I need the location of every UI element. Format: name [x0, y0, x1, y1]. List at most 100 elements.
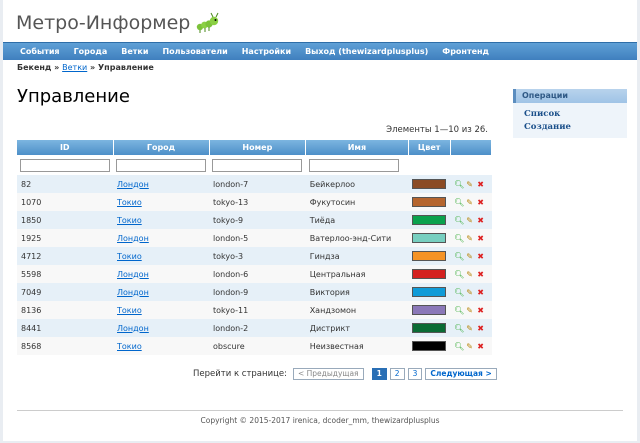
- city-link[interactable]: Лондон: [117, 324, 149, 333]
- cell-name: Виктория: [305, 283, 409, 301]
- cell-city: Токио: [113, 301, 209, 319]
- pencil-icon[interactable]: ✎: [465, 180, 474, 189]
- magnifier-icon[interactable]: 🔍︎: [454, 342, 464, 351]
- cell-actions: 🔍︎ ✎ ✖: [450, 301, 492, 319]
- delete-x-icon[interactable]: ✖: [476, 324, 485, 333]
- column-header-number[interactable]: Номер: [209, 140, 307, 155]
- magnifier-icon[interactable]: 🔍︎: [454, 216, 464, 225]
- operation-list-link[interactable]: Список: [513, 109, 627, 119]
- magnifier-icon[interactable]: 🔍︎: [454, 198, 464, 207]
- cell-actions: 🔍︎ ✎ ✖: [450, 319, 492, 337]
- cell-color: [408, 283, 451, 301]
- cell-color: [408, 319, 451, 337]
- pencil-icon[interactable]: ✎: [465, 252, 474, 261]
- pager-page-2[interactable]: 2: [389, 368, 405, 380]
- magnifier-icon[interactable]: 🔍︎: [454, 180, 464, 189]
- delete-x-icon[interactable]: ✖: [476, 234, 485, 243]
- filter-city-input[interactable]: [116, 158, 206, 172]
- cell-number: tokyo-3: [209, 247, 306, 265]
- delete-x-icon[interactable]: ✖: [476, 180, 485, 189]
- pencil-icon[interactable]: ✎: [465, 198, 474, 207]
- delete-x-icon[interactable]: ✖: [476, 342, 485, 351]
- table-row: 1070 Токио tokyo-13 Фукутосин 🔍︎ ✎ ✖: [17, 193, 492, 211]
- cell-name: Центральная: [305, 265, 409, 283]
- column-header-city[interactable]: Город: [113, 140, 210, 155]
- filter-number-input[interactable]: [212, 158, 302, 172]
- cell-actions: 🔍︎ ✎ ✖: [450, 283, 492, 301]
- cell-color: [408, 229, 451, 247]
- pager-page-1[interactable]: 1: [371, 368, 387, 380]
- magnifier-icon[interactable]: 🔍︎: [454, 288, 464, 297]
- table-row: 4712 Токио tokyo-3 Гиндза 🔍︎ ✎ ✖: [17, 247, 492, 265]
- city-link[interactable]: Лондон: [117, 270, 149, 279]
- cell-city: Лондон: [113, 175, 209, 193]
- delete-x-icon[interactable]: ✖: [476, 216, 485, 225]
- cell-actions: 🔍︎ ✎ ✖: [450, 229, 492, 247]
- city-link[interactable]: Токио: [117, 252, 142, 261]
- filter-id-input[interactable]: [20, 158, 110, 172]
- city-link[interactable]: Токио: [117, 216, 142, 225]
- color-swatch: [412, 197, 447, 207]
- cell-id: 82: [17, 175, 113, 193]
- magnifier-icon[interactable]: 🔍︎: [454, 234, 464, 243]
- pager-next-button[interactable]: Следующая >: [425, 368, 497, 380]
- cell-actions: 🔍︎ ✎ ✖: [450, 337, 492, 355]
- pager-page-3[interactable]: 3: [407, 368, 423, 380]
- breadcrumb-current: Управление: [98, 63, 154, 72]
- menu-users[interactable]: Пользователи: [155, 43, 234, 60]
- cell-city: Лондон: [113, 319, 209, 337]
- cell-name: Неизвестная: [305, 337, 409, 355]
- delete-x-icon[interactable]: ✖: [476, 252, 485, 261]
- menu-lines[interactable]: Ветки: [114, 43, 155, 60]
- breadcrumb-link-lines[interactable]: Ветки: [62, 63, 87, 72]
- city-link[interactable]: Лондон: [117, 288, 149, 297]
- delete-x-icon[interactable]: ✖: [476, 198, 485, 207]
- delete-x-icon[interactable]: ✖: [476, 270, 485, 279]
- column-header-name[interactable]: Имя: [305, 140, 409, 155]
- pencil-icon[interactable]: ✎: [465, 234, 474, 243]
- magnifier-icon[interactable]: 🔍︎: [454, 306, 464, 315]
- menu-settings[interactable]: Настройки: [235, 43, 298, 60]
- operations-title: Операции: [513, 89, 627, 103]
- pencil-icon[interactable]: ✎: [465, 324, 474, 333]
- cell-city: Токио: [113, 247, 209, 265]
- city-link[interactable]: Лондон: [117, 234, 149, 243]
- cell-number: london-5: [209, 229, 306, 247]
- column-header-color[interactable]: Цвет: [408, 140, 451, 155]
- grid-body: 82 Лондон london-7 Бейкерлоо 🔍︎ ✎ ✖ 1070 Токио to…: [17, 175, 492, 355]
- pencil-icon[interactable]: ✎: [465, 342, 474, 351]
- pencil-icon[interactable]: ✎: [465, 270, 474, 279]
- magnifier-icon[interactable]: 🔍︎: [454, 324, 464, 333]
- menu-events[interactable]: События: [3, 43, 67, 60]
- pencil-icon[interactable]: ✎: [465, 306, 474, 315]
- pencil-icon[interactable]: ✎: [465, 216, 474, 225]
- cell-color: [408, 337, 451, 355]
- city-link[interactable]: Токио: [117, 306, 142, 315]
- breadcrumb-separator: »: [90, 63, 96, 72]
- filter-name-input[interactable]: [308, 158, 399, 172]
- city-link[interactable]: Токио: [117, 198, 142, 207]
- delete-x-icon[interactable]: ✖: [476, 306, 485, 315]
- color-swatch: [412, 341, 447, 351]
- menu-frontend[interactable]: Фронтенд: [435, 43, 496, 60]
- cell-city: Лондон: [113, 265, 209, 283]
- menu-cities[interactable]: Города: [67, 43, 115, 60]
- column-header-id[interactable]: ID: [17, 140, 114, 155]
- filter-cell: [450, 155, 492, 175]
- cell-number: tokyo-13: [209, 193, 306, 211]
- pager-prev-button[interactable]: < Предыдущая: [292, 368, 364, 380]
- menu-logout[interactable]: Выход (thewizardplusplus): [298, 43, 435, 60]
- color-swatch: [412, 305, 447, 315]
- city-link[interactable]: Лондон: [117, 180, 149, 189]
- pencil-icon[interactable]: ✎: [465, 288, 474, 297]
- cell-city: Токио: [113, 211, 209, 229]
- table-row: 5598 Лондон london-6 Центральная 🔍︎ ✎ ✖: [17, 265, 492, 283]
- cell-color: [408, 193, 451, 211]
- delete-x-icon[interactable]: ✖: [476, 288, 485, 297]
- city-link[interactable]: Токио: [117, 342, 142, 351]
- cell-city: Лондон: [113, 229, 209, 247]
- magnifier-icon[interactable]: 🔍︎: [454, 270, 464, 279]
- operation-create-link[interactable]: Создание: [513, 122, 627, 132]
- table-row: 8136 Токио tokyo-11 Хандзомон 🔍︎ ✎ ✖: [17, 301, 492, 319]
- magnifier-icon[interactable]: 🔍︎: [454, 252, 464, 261]
